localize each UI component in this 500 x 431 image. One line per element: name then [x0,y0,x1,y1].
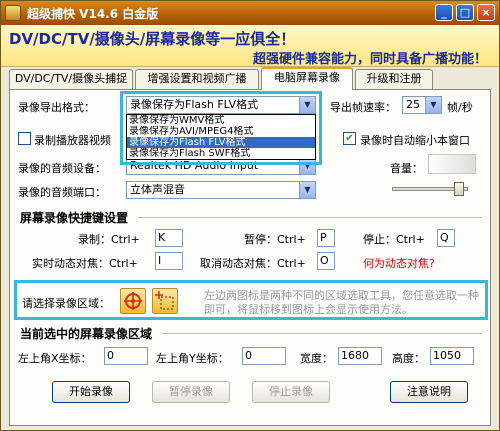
stop-recording-button[interactable]: 停止录像 [252,381,330,403]
notes-button[interactable]: 注意说明 [390,381,468,403]
chevron-down-icon[interactable]: ▼ [425,97,441,113]
volume-slider-thumb[interactable] [453,182,464,196]
volume-meter [428,154,476,174]
width-input[interactable]: 1680 [338,347,382,365]
pause-hotkey-label: 暂停：Ctrl+ [244,233,306,246]
width-label: 宽度： [300,352,333,365]
chevron-down-icon[interactable]: ▼ [299,182,315,198]
audio-port-label: 录像的音频端口： [18,186,106,199]
frame-rate-label: 导出帧速率： [330,101,396,114]
frame-rate-unit: 帧/秒 [447,101,473,114]
audio-port-value: 立体声混音 [130,183,185,196]
region-select-label: 请选择录像区域： [22,297,110,310]
frame-rate-value: 25 [406,98,420,111]
export-format-value: 录像保存为Flash FLV格式 [130,98,259,111]
banner-subline: 超强硬件兼容能力，同时具备广播功能！ [252,52,487,67]
target-icon [124,292,142,310]
screen-recording-panel: 录像导出格式： 录像保存为Flash FLV格式 ▼ 录像保存为WMV格式 录像… [9,89,491,426]
record-hotkey-label: 录制：Ctrl+ [78,233,140,246]
realtime-focus-label: 实时动态对焦：Ctrl+ [32,257,138,270]
frame-rate-select[interactable]: 25 ▼ [402,96,442,114]
tab-capture[interactable]: DV/DC/TV/摄像头捕捉 [9,69,133,89]
chevron-down-icon[interactable]: ▼ [299,97,315,113]
x-coordinate-label: 左上角X坐标： [18,352,92,365]
banner-headline: DV/DC/TV/摄像头/屏幕录像等一应俱全！ [9,30,296,48]
dynamic-focus-help-link[interactable]: 何为动态对焦? [363,255,435,271]
pause-recording-button[interactable]: 暂停录像 [152,381,230,403]
export-format-label: 录像导出格式： [18,101,95,114]
record-hotkey-input[interactable]: K [155,229,183,247]
tab-upgrade-register[interactable]: 升级和注册 [355,69,433,89]
format-option-swf[interactable]: 录像保存为Flash SWF格式 [127,148,315,159]
export-format-dropdown: 录像保存为WMV格式 录像保存为AVI/MPEG4格式 录像保存为Flash F… [126,114,316,160]
audio-device-label: 录像的音频设备： [18,162,106,175]
auto-minimize-label: 录像时自动缩小本窗口 [360,134,470,147]
y-coordinate-label: 左上角Y坐标： [156,352,229,365]
app-logo-icon [5,5,21,21]
cancel-focus-input[interactable]: O [317,252,335,270]
cancel-focus-label: 取消动态对焦：Ctrl+ [200,257,306,270]
format-option-avi[interactable]: 录像保存为AVI/MPEG4格式 [127,126,315,137]
volume-label: 音量： [390,162,423,175]
stop-hotkey-input[interactable]: Q [437,229,455,247]
close-button[interactable]: × [477,4,495,21]
format-option-wmv[interactable]: 录像保存为WMV格式 [127,115,315,126]
height-input[interactable]: 1050 [430,347,474,365]
format-option-flv[interactable]: 录像保存为Flash FLV格式 [127,137,315,148]
hotkeys-divider [138,217,482,218]
x-coordinate-input[interactable]: 0 [104,347,148,365]
start-recording-button[interactable]: 开始录像 [52,381,130,403]
app-window: 超级捕快 V14.6 白金版 _ □ × DV/DC/TV/摄像头/屏幕录像等一… [0,0,500,431]
stop-hotkey-label: 停止：Ctrl+ [363,233,425,246]
region-tool-square-button[interactable] [152,288,178,314]
audio-port-select[interactable]: 立体声混音 ▼ [126,181,316,199]
tab-enhanced-broadcast[interactable]: 增强设置和视频广播 [135,69,259,89]
export-format-select[interactable]: 录像保存为Flash FLV格式 ▼ [126,96,316,114]
record-player-video-label: 录制播放器视频 [34,134,111,147]
realtime-focus-input[interactable]: I [155,252,183,270]
record-player-video-checkbox[interactable] [18,132,31,145]
chevron-down-icon[interactable]: ▼ [299,158,315,174]
audio-device-value: Realtek HD Audio Input [130,159,259,172]
window-title: 超级捕快 V14.6 白金版 [27,7,159,21]
pause-hotkey-input[interactable]: P [317,229,335,247]
minimize-button[interactable]: _ [435,4,453,21]
tab-screen-recording[interactable]: 电脑屏幕录像 [261,67,353,90]
auto-minimize-checkbox[interactable]: ✔ [343,132,356,145]
y-coordinate-input[interactable]: 0 [242,347,286,365]
region-tool-circle-button[interactable] [120,288,146,314]
crop-icon [155,291,174,310]
height-label: 高度： [392,352,425,365]
tab-bar: DV/DC/TV/摄像头捕捉 增强设置和视频广播 电脑屏幕录像 升级和注册 [9,67,489,90]
banner: DV/DC/TV/摄像头/屏幕录像等一应俱全！ 超强硬件兼容能力，同时具备广播功… [1,25,499,67]
hotkeys-section-title: 屏幕录像快捷键设置 [20,211,129,225]
region-tool-hint: 左边两图标是两种不同的区域选取工具，您任意选取一种即可，将鼠标移到图标上会显示使… [204,289,479,316]
maximize-button[interactable]: □ [456,4,474,21]
current-region-divider [162,333,482,334]
title-bar[interactable]: 超级捕快 V14.6 白金版 _ □ × [1,1,499,25]
current-region-title: 当前选中的屏幕录像区域 [20,327,153,341]
